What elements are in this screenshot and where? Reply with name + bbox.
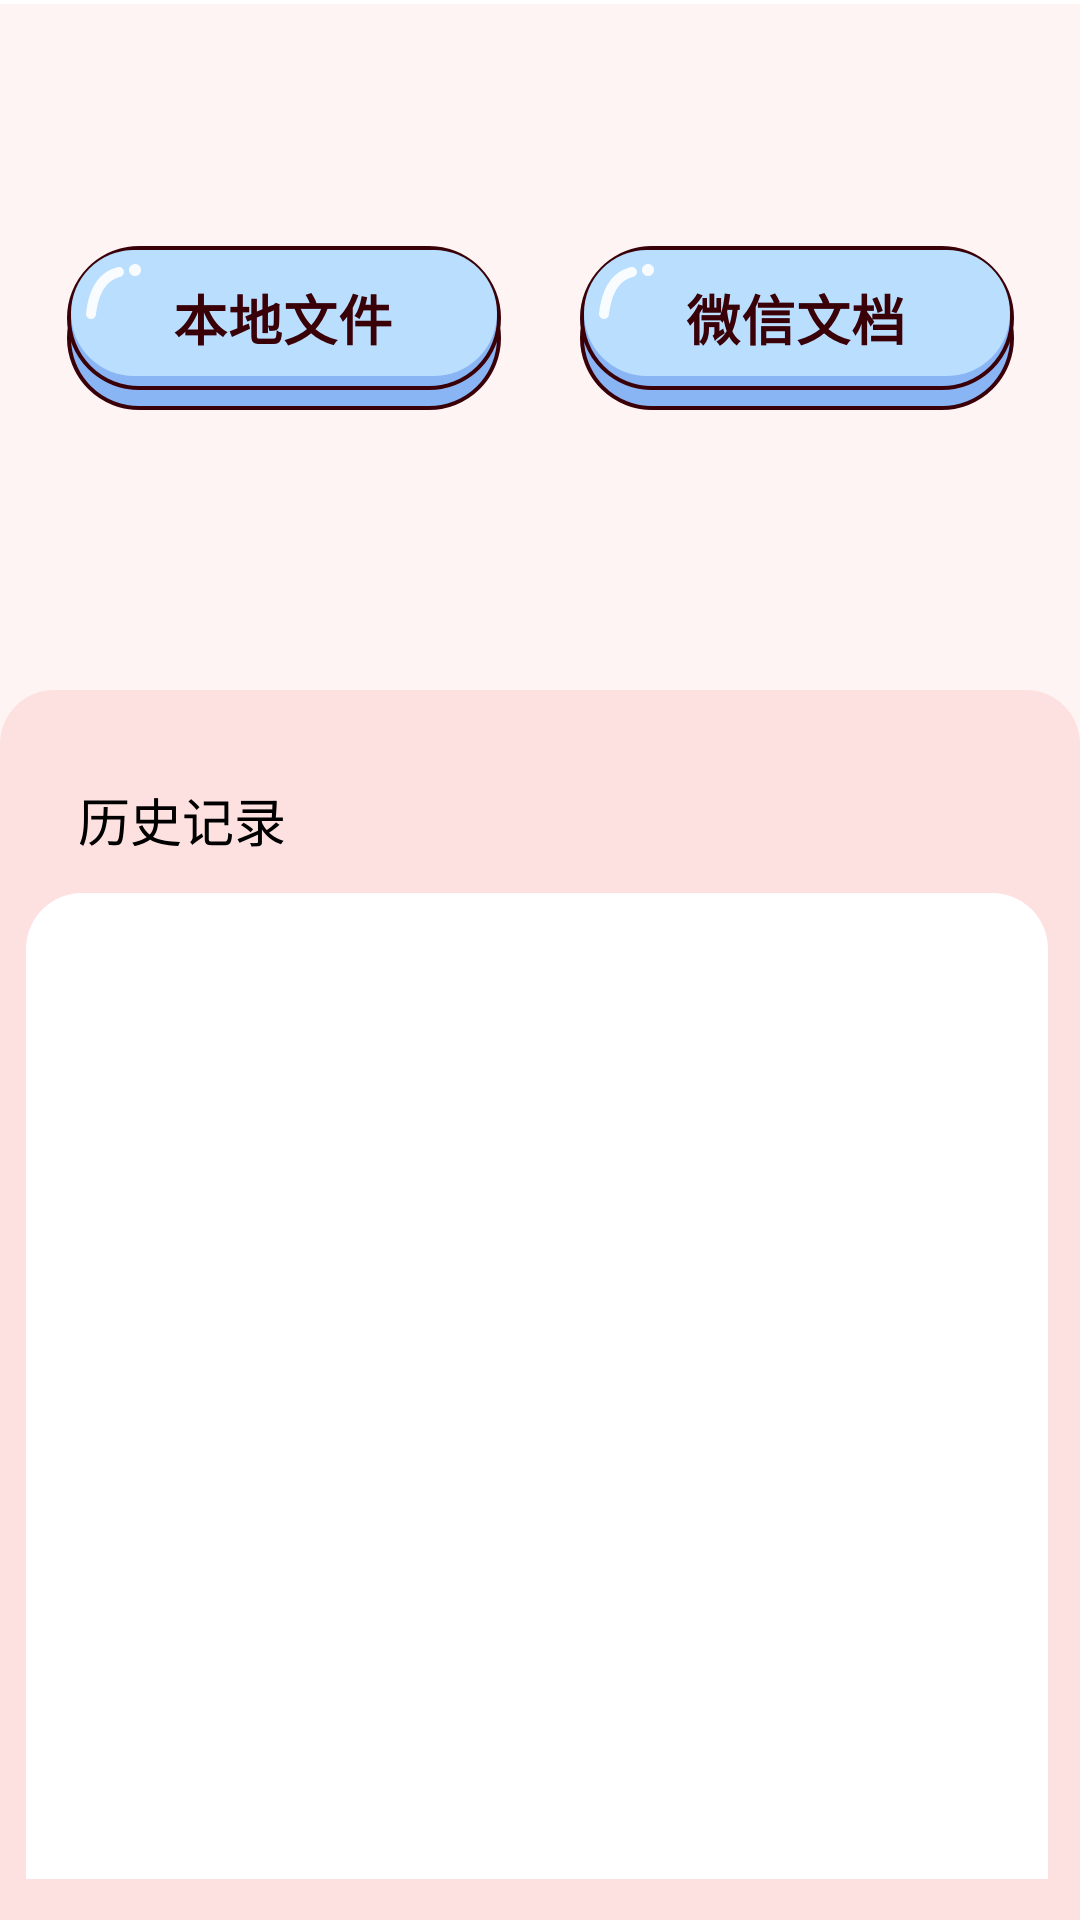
local-file-label: 本地文件 <box>174 289 394 353</box>
local-file-button[interactable]: 本地文件 <box>67 246 501 410</box>
status-strip <box>0 0 1080 4</box>
wechat-doc-button[interactable]: 微信文档 <box>580 246 1014 410</box>
wechat-doc-label: 微信文档 <box>687 289 907 353</box>
history-title: 历史记录 <box>78 795 287 855</box>
history-list[interactable] <box>26 893 1048 1879</box>
